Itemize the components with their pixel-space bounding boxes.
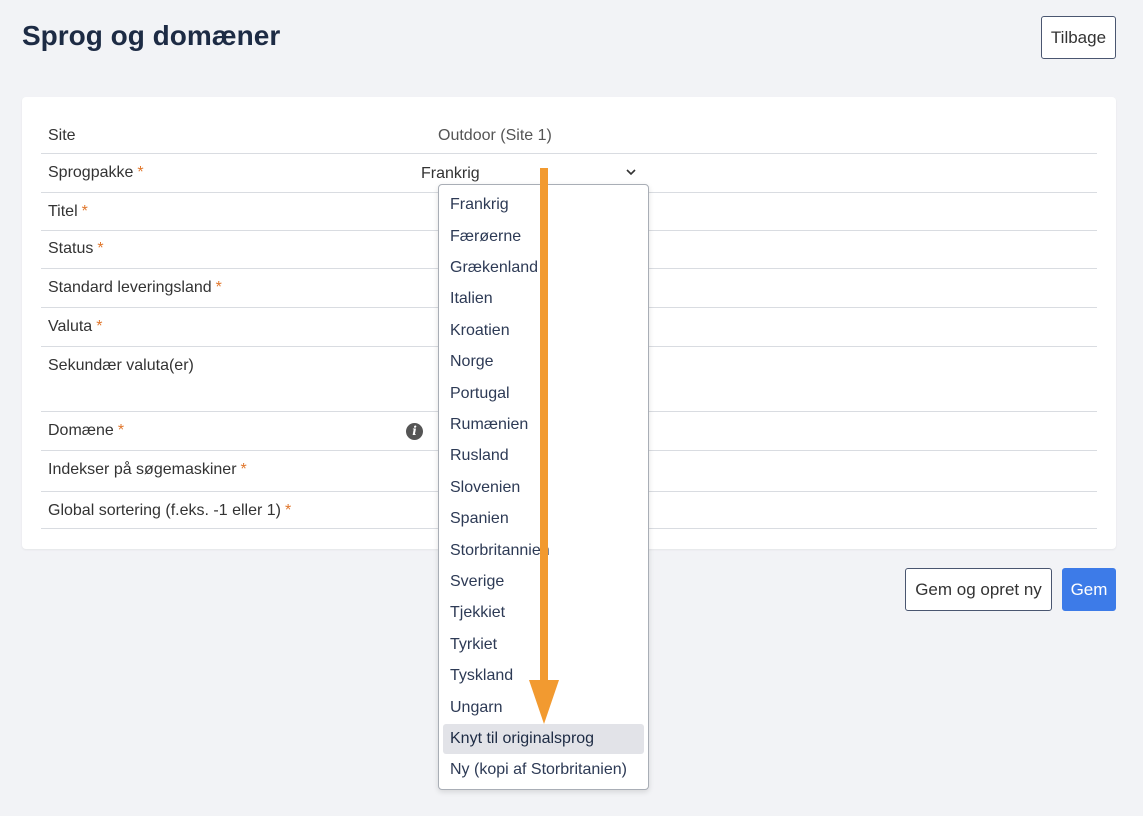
back-button[interactable]: Tilbage — [1041, 16, 1116, 59]
option-spanien[interactable]: Spanien — [443, 504, 644, 534]
option-sverige[interactable]: Sverige — [443, 567, 644, 597]
option-tjekkiet[interactable]: Tjekkiet — [443, 598, 644, 628]
option-ungarn[interactable]: Ungarn — [443, 693, 644, 723]
option-rusland[interactable]: Rusland — [443, 441, 644, 471]
required-marker: * — [96, 318, 103, 335]
required-marker: * — [215, 279, 222, 296]
field-label-title: Titel * — [48, 203, 88, 220]
field-label-search-engine-index: Indekser på søgemaskiner * — [48, 461, 247, 478]
option-link-original-language[interactable]: Knyt til originalsprog — [443, 724, 644, 754]
option-tyskland[interactable]: Tyskland — [443, 661, 644, 691]
option-slovenien[interactable]: Slovenien — [443, 473, 644, 503]
option-kroatien[interactable]: Kroatien — [443, 316, 644, 346]
option-faeroerne[interactable]: Færøerne — [443, 222, 644, 252]
chevron-down-icon — [626, 169, 636, 176]
option-tyrkiet[interactable]: Tyrkiet — [443, 630, 644, 660]
required-marker: * — [117, 422, 125, 439]
required-marker: * — [240, 461, 247, 478]
form-row-site: Site Outdoor (Site 1) — [41, 117, 1097, 154]
field-label-default-delivery-country: Standard leveringsland * — [48, 279, 222, 296]
field-label-currency: Valuta * — [48, 318, 103, 335]
info-icon[interactable]: i — [406, 423, 423, 440]
required-marker: * — [284, 502, 292, 519]
field-label-global-sorting: Global sortering (f.eks. -1 eller 1) * — [48, 502, 292, 519]
option-storbritannien[interactable]: Storbritannien — [443, 536, 644, 566]
option-norge[interactable]: Norge — [443, 347, 644, 377]
option-frankrig[interactable]: Frankrig — [443, 190, 644, 220]
field-label-secondary-currencies: Sekundær valuta(er) — [48, 357, 194, 374]
option-rumaenien[interactable]: Rumænien — [443, 410, 644, 440]
required-marker: * — [97, 240, 104, 257]
site-value: Outdoor (Site 1) — [438, 127, 552, 144]
option-portugal[interactable]: Portugal — [443, 379, 644, 409]
option-new-copy[interactable]: Ny (kopi af Storbritanien) — [443, 755, 644, 785]
page-title: Sprog og domæner — [22, 20, 281, 51]
required-marker: * — [137, 164, 144, 181]
field-label-domain: Domæne * — [48, 422, 125, 439]
select-selected-value: Frankrig — [421, 165, 480, 182]
option-italien[interactable]: Italien — [443, 284, 644, 314]
save-and-create-new-button[interactable]: Gem og opret ny — [905, 568, 1052, 611]
field-label-site: Site — [48, 127, 76, 144]
language-pack-dropdown: Frankrig Færøerne Grækenland Italien Kro… — [438, 184, 649, 790]
required-marker: * — [81, 203, 88, 220]
field-label-language-pack: Sprogpakke * — [48, 164, 144, 181]
option-graekenland[interactable]: Grækenland — [443, 253, 644, 283]
language-pack-select[interactable]: Frankrig — [421, 165, 637, 185]
save-button[interactable]: Gem — [1062, 568, 1116, 611]
field-label-status: Status * — [48, 240, 104, 257]
